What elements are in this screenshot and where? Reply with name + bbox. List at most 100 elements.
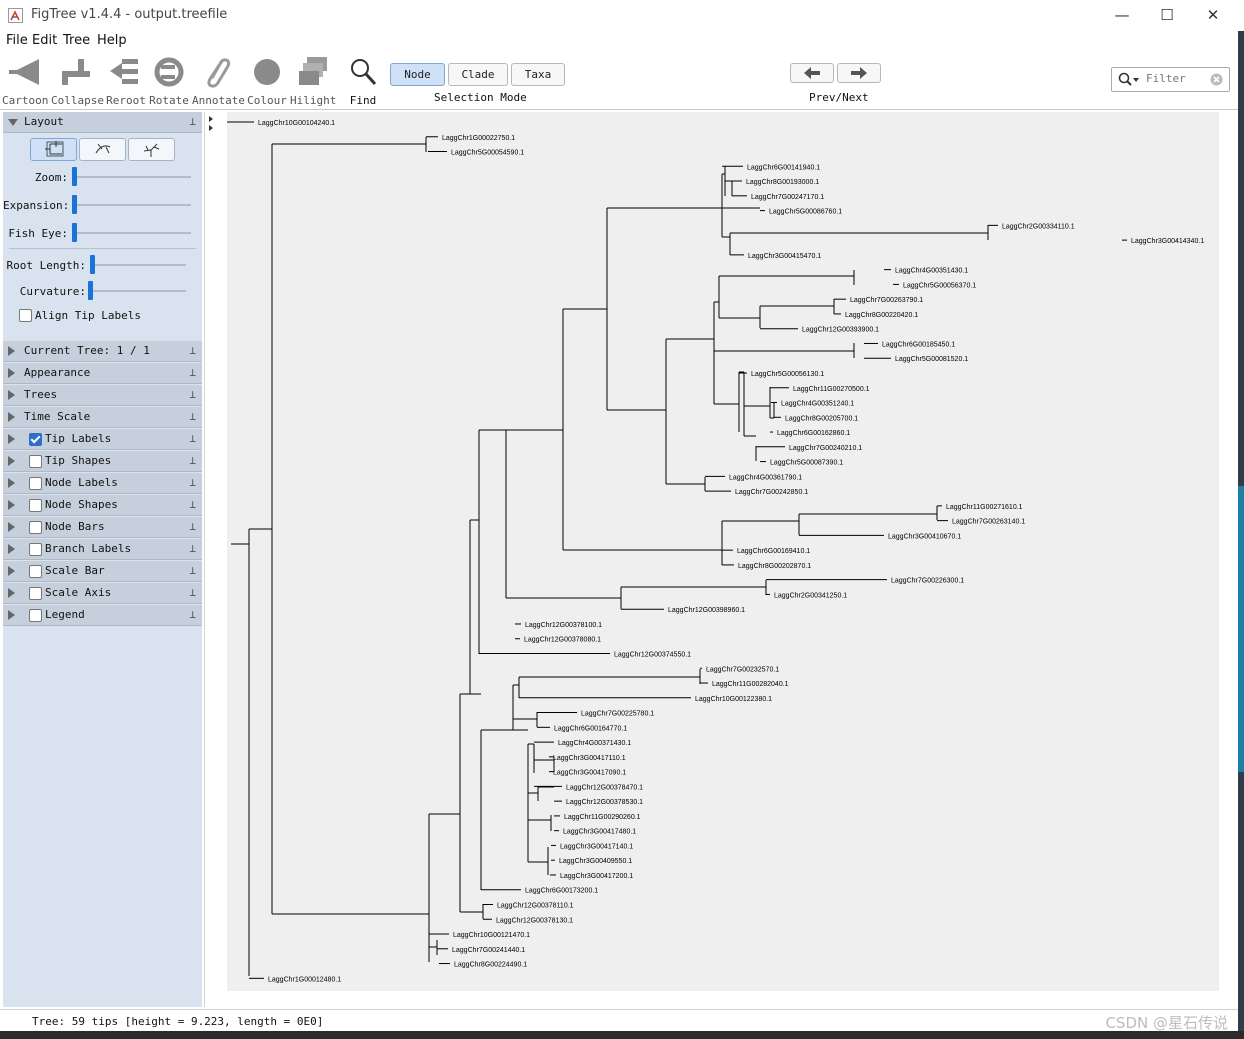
tip-label[interactable]: LaggChr11G00271610.1	[946, 504, 1023, 511]
cartoon-tool-button[interactable]: Cartoon	[2, 51, 48, 109]
panel-header-node-bars[interactable]: Node Bars ⊥	[3, 517, 202, 538]
tip-label[interactable]: LaggChr3G00409550.1	[559, 858, 632, 865]
hilight-tool-button[interactable]: Hilight	[290, 51, 336, 109]
panel-header-scale-axis[interactable]: Scale Axis ⊥	[3, 583, 202, 604]
tip-label[interactable]: LaggChr6G00141940.1	[747, 164, 820, 171]
pin-icon[interactable]: ⊥	[189, 344, 196, 357]
tip-label[interactable]: LaggChr4G00351240.1	[781, 401, 854, 408]
pin-icon[interactable]: ⊥	[189, 520, 196, 533]
colour-tool-button[interactable]: Colour	[246, 51, 288, 109]
pin-icon[interactable]: ⊥	[189, 476, 196, 489]
tip-label[interactable]: LaggChr5G00056130.1	[751, 371, 824, 378]
tip-label[interactable]: LaggChr3G00417480.1	[563, 829, 636, 836]
filter-field[interactable]	[1111, 67, 1230, 92]
tip-label[interactable]: LaggChr2G00341250.1	[774, 592, 847, 599]
phylogenetic-tree[interactable]: LaggChr10G00104240.1 LaggChr1G00022750.1 L…	[221, 112, 1219, 991]
panel-header-legend[interactable]: Legend ⊥	[3, 605, 202, 626]
tip-label[interactable]: LaggChr10G00122380.1	[695, 696, 772, 703]
zoom-slider-thumb[interactable]	[72, 167, 77, 186]
tip-label[interactable]: LaggChr3G00417140.1	[560, 843, 633, 850]
tip-label[interactable]: LaggChr3G00417110.1	[553, 755, 626, 762]
tip-shapes-checkbox[interactable]	[29, 455, 42, 468]
menu-tree[interactable]: Tree	[63, 33, 90, 48]
layout-radial-button[interactable]	[128, 138, 175, 161]
pin-icon[interactable]: ⊥	[189, 388, 196, 401]
scale-axis-checkbox[interactable]	[29, 587, 42, 600]
expansion-slider-thumb[interactable]	[72, 195, 77, 214]
legend-checkbox[interactable]	[29, 609, 42, 622]
tip-label[interactable]: LaggChr12G00398960.1	[668, 607, 745, 614]
menu-file[interactable]: File	[6, 33, 28, 48]
tip-label[interactable]: LaggChr8G00193000.1	[746, 179, 819, 186]
pin-icon[interactable]: ⊥	[189, 454, 196, 467]
split-pane-divider[interactable]	[204, 112, 219, 1007]
tip-label[interactable]: LaggChr11G00282040.1	[712, 681, 789, 688]
tip-label[interactable]: LaggChr11G00290260.1	[564, 814, 641, 821]
tip-label[interactable]: LaggChr3G00417090.1	[553, 770, 626, 777]
tip-label[interactable]: LaggChr12G00393900.1	[802, 327, 879, 334]
fish-eye-slider[interactable]	[73, 232, 191, 234]
panel-header-scale-bar[interactable]: Scale Bar ⊥	[3, 561, 202, 582]
find-tool-button[interactable]: Find	[346, 51, 380, 109]
tip-label[interactable]: LaggChr3G00410670.1	[888, 533, 961, 540]
tip-label[interactable]: LaggChr7G00225780.1	[581, 711, 654, 718]
tip-label[interactable]: LaggChr7G00263140.1	[952, 519, 1025, 526]
panel-header-node-shapes[interactable]: Node Shapes ⊥	[3, 495, 202, 516]
node-labels-checkbox[interactable]	[29, 477, 42, 490]
panel-header-time-scale[interactable]: Time Scale ⊥	[3, 407, 202, 428]
tip-label[interactable]: LaggChr12G00378530.1	[566, 799, 643, 806]
pin-icon[interactable]: ⊥	[189, 432, 196, 445]
fish-eye-slider-thumb[interactable]	[72, 223, 77, 242]
tip-label[interactable]: LaggChr5G00087390.1	[770, 460, 843, 467]
tip-label[interactable]: LaggChr4G00371430.1	[558, 740, 631, 747]
panel-header-current-tree-1-1[interactable]: Current Tree: 1 / 1 ⊥	[3, 341, 202, 362]
prev-button[interactable]	[790, 63, 834, 83]
tip-label[interactable]: LaggChr7G00241440.1	[452, 947, 525, 954]
tip-label[interactable]: LaggChr12G00378110.1	[497, 902, 574, 909]
tip-label[interactable]: LaggChr8G00224490.1	[454, 962, 527, 969]
scale-bar-checkbox[interactable]	[29, 565, 42, 578]
pin-icon[interactable]: ⊥	[189, 608, 196, 621]
tip-label[interactable]: LaggChr4G00361790.1	[729, 474, 802, 481]
maximize-button[interactable]: ☐	[1153, 4, 1181, 26]
pin-icon[interactable]: ⊥	[189, 410, 196, 423]
root-length-slider-thumb[interactable]	[90, 255, 95, 274]
menu-help[interactable]: Help	[97, 33, 127, 48]
tip-label[interactable]: LaggChr4G00351430.1	[895, 268, 968, 275]
pin-icon[interactable]: ⊥	[189, 366, 196, 379]
layout-rectangular-button[interactable]	[30, 138, 77, 161]
tip-labels-checkbox[interactable]	[29, 433, 42, 446]
pin-icon[interactable]: ⊥	[189, 498, 196, 511]
rotate-tool-button[interactable]: Rotate	[149, 51, 189, 109]
tip-label[interactable]: LaggChr8G00220420.1	[845, 312, 918, 319]
node-shapes-checkbox[interactable]	[29, 499, 42, 512]
tip-label[interactable]: LaggChr7G00240210.1	[789, 445, 862, 452]
tip-label[interactable]: LaggChr6G00162860.1	[777, 430, 850, 437]
tip-label[interactable]: LaggChr3G00414340.1	[1131, 238, 1204, 245]
selection-taxa-button[interactable]: Taxa	[511, 63, 565, 86]
filter-input[interactable]	[1144, 71, 1210, 86]
menu-edit[interactable]: Edit	[32, 33, 57, 48]
tip-label[interactable]: LaggChr6G00173200.1	[525, 888, 598, 895]
pin-icon[interactable]: ⊥	[189, 564, 196, 577]
panel-header-trees[interactable]: Trees ⊥	[3, 385, 202, 406]
tip-label[interactable]: LaggChr7G00263790.1	[850, 297, 923, 304]
next-button[interactable]	[837, 63, 881, 83]
split-arrows-icon[interactable]	[205, 114, 218, 134]
tip-label[interactable]: LaggChr5G00054590.1	[451, 150, 524, 157]
tip-label[interactable]: LaggChr5G00081520.1	[895, 356, 968, 363]
minimize-button[interactable]: —	[1108, 4, 1136, 26]
tip-label[interactable]: LaggChr1G00012480.1	[268, 976, 341, 983]
selection-node-button[interactable]: Node	[390, 63, 445, 86]
tip-label[interactable]: LaggChr7G00242850.1	[735, 489, 808, 496]
curvature-slider-thumb[interactable]	[88, 281, 93, 300]
zoom-slider[interactable]	[73, 176, 191, 178]
tip-label[interactable]: LaggChr7G00247170.1	[751, 194, 824, 201]
branch-labels-checkbox[interactable]	[29, 543, 42, 556]
layout-polar-button[interactable]	[79, 138, 126, 161]
tip-label[interactable]: LaggChr8G00202870.1	[738, 563, 811, 570]
close-button[interactable]: ✕	[1199, 4, 1227, 26]
panel-header-appearance[interactable]: Appearance ⊥	[3, 363, 202, 384]
tip-label[interactable]: LaggChr3G00415470.1	[748, 253, 821, 260]
tip-label[interactable]: LaggChr1G00022750.1	[442, 135, 515, 142]
